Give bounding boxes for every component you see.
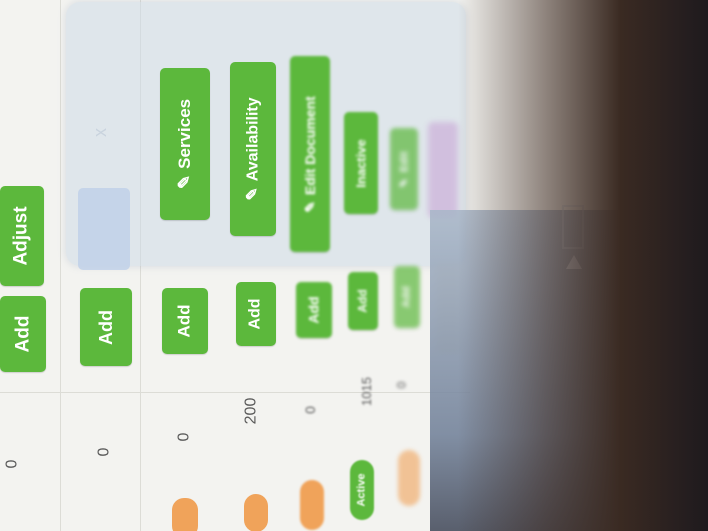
status-badge: [398, 450, 420, 506]
pencil-icon: ✎: [301, 200, 318, 213]
add-button[interactable]: Add: [348, 272, 378, 330]
services-button[interactable]: ✎Services: [160, 68, 210, 220]
quantity-value: 0: [301, 406, 318, 414]
close-icon[interactable]: x: [90, 122, 110, 143]
pencil-icon: ✎: [245, 187, 263, 201]
add-button[interactable]: Add: [0, 296, 46, 372]
inactive-button-label: Inactive: [353, 138, 369, 188]
hidden-button[interactable]: [78, 188, 130, 270]
grid-line: [0, 392, 470, 393]
pencil-icon: ✎: [398, 177, 411, 187]
status-badge: [244, 494, 268, 531]
blurred-element: [428, 122, 458, 218]
add-button-label: Add: [174, 304, 194, 338]
grid-line: [60, 0, 61, 531]
inactive-button[interactable]: Inactive: [344, 112, 378, 214]
availability-button-label: ✎Availability: [245, 97, 263, 201]
add-button-label: Add: [355, 289, 370, 313]
add-button[interactable]: Add: [236, 282, 276, 346]
pencil-icon: ✎: [175, 174, 195, 190]
status-badge: Active: [350, 460, 374, 520]
services-button-label: ✎Services: [175, 98, 195, 190]
add-button-label: Add: [400, 286, 413, 308]
edit-document-button-label: ✎Edit Document: [301, 95, 318, 213]
quantity-value: 0: [95, 447, 113, 457]
add-button[interactable]: Add: [394, 266, 420, 328]
edit-button-label: ✎Edit: [398, 151, 411, 187]
adjust-button-label: Adjust: [11, 206, 33, 266]
add-button-label: Add: [246, 298, 264, 330]
add-button[interactable]: Add: [162, 288, 208, 354]
edit-button[interactable]: ✎Edit: [390, 128, 418, 210]
status-badge: [300, 480, 324, 530]
quantity-value: 200: [242, 397, 260, 425]
add-button[interactable]: Add: [80, 288, 132, 366]
availability-button[interactable]: ✎Availability: [230, 62, 276, 236]
status-badge: [172, 498, 198, 531]
photo-frame: Adjust Add 0 x Add 0 ✎Services Add 0 ✎Av…: [0, 0, 708, 531]
adjust-button[interactable]: Adjust: [0, 186, 44, 286]
add-button-label: Add: [12, 315, 33, 353]
quantity-value: 1015: [358, 377, 374, 406]
quantity-value: 0: [175, 432, 193, 442]
add-button-label: Add: [306, 296, 322, 324]
add-button-label: Add: [95, 309, 116, 345]
edit-document-button[interactable]: ✎Edit Document: [290, 56, 330, 252]
quantity-value: 0: [3, 459, 21, 469]
add-button[interactable]: Add: [296, 282, 332, 338]
quantity-value: 0: [394, 381, 409, 389]
monitor-bezel: [458, 0, 708, 531]
